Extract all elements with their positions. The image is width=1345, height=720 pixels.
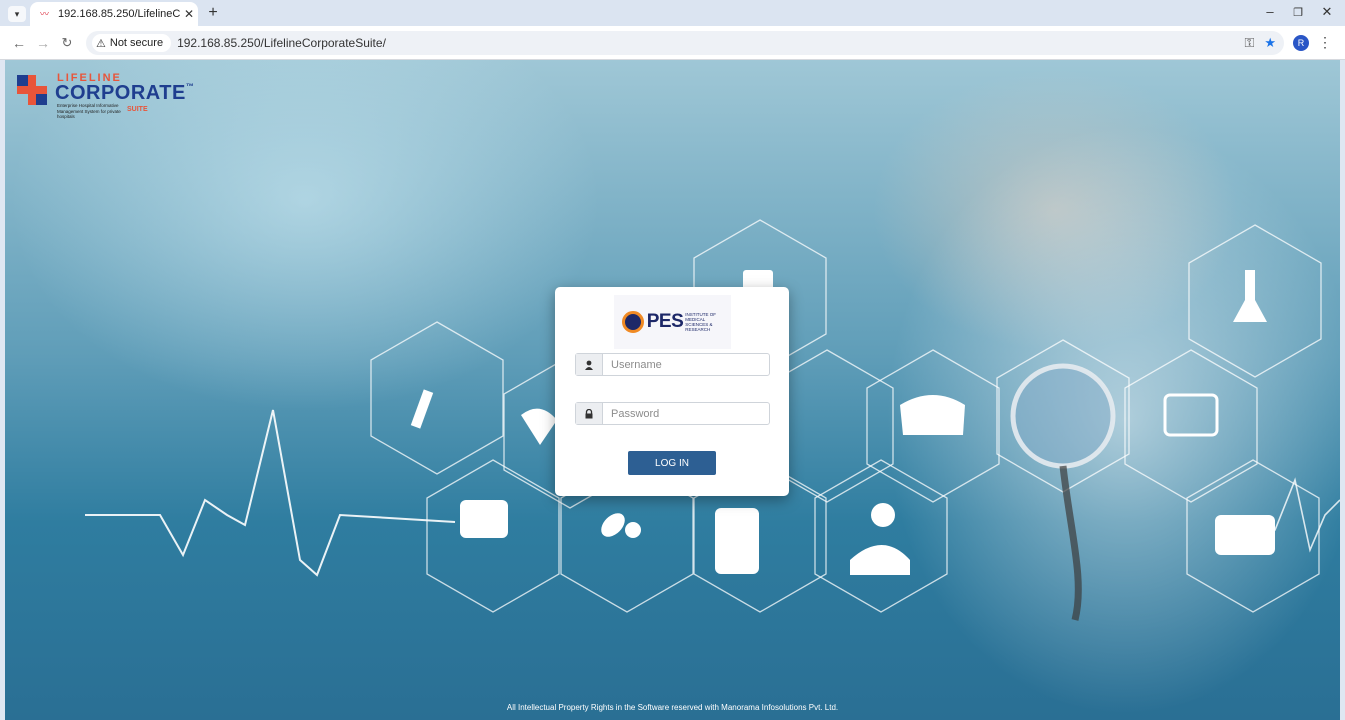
lock-icon — [576, 403, 603, 424]
brand-tagline: Enterprise Hospital Informative Manageme… — [57, 103, 121, 119]
login-button[interactable]: LOG IN — [628, 451, 716, 475]
lifeline-corporate-logo: LIFELINE CORPORATE™ Enterprise Hospital … — [17, 72, 194, 132]
brand-suite: SUITE — [127, 106, 148, 113]
medkit-icon — [460, 500, 508, 538]
login-card: PES INSTITUTE OF MEDICAL SCIENCES & RESE… — [555, 287, 789, 496]
clipboard-icon — [715, 508, 759, 574]
copyright-footer: All Intellectual Property Rights in the … — [506, 703, 839, 712]
brand-main: CORPORATE™ — [55, 82, 195, 104]
browser-tab[interactable]: 〰 192.168.85.250/LifelineCorpora ✕ — [30, 2, 198, 26]
user-icon — [576, 354, 603, 375]
syringe-hexagon — [370, 321, 504, 475]
pes-seal-icon — [621, 311, 644, 333]
login-page: LIFELINE CORPORATE™ Enterprise Hospital … — [5, 60, 1340, 720]
back-button[interactable]: ← — [10, 34, 28, 52]
heart-icon — [521, 408, 557, 445]
new-tab-button[interactable]: + — [204, 4, 222, 22]
tab-search-button[interactable]: ▾ — [8, 6, 26, 22]
flask-icon — [1233, 270, 1267, 322]
close-tab-icon[interactable]: ✕ — [180, 7, 198, 21]
password-input[interactable] — [603, 403, 769, 424]
nurse-cap-icon — [900, 395, 965, 435]
heartbeat-line — [85, 409, 456, 577]
monitor-hexagon — [1124, 349, 1258, 503]
stethoscope-icon — [1010, 363, 1116, 469]
site-info-chip[interactable]: ⚠ Not secure — [92, 34, 172, 52]
pes-logo-text: PES — [646, 311, 684, 332]
pes-logo-subtext: INSTITUTE OF MEDICAL SCIENCES & RESEARCH — [685, 312, 717, 332]
doctor-hexagon — [814, 459, 948, 613]
password-field — [575, 402, 770, 425]
address-bar[interactable]: ⚠ Not secure 192.168.85.250/LifelineCorp… — [86, 31, 1284, 55]
browser-tab-strip: ▾ 〰 192.168.85.250/LifelineCorpora ✕ + –… — [0, 0, 1345, 26]
warning-icon: ⚠ — [96, 37, 106, 50]
restore-button[interactable]: ❐ — [1288, 6, 1308, 19]
ambulance-icon — [1215, 515, 1275, 555]
doctor-icon — [850, 545, 910, 575]
bookmark-star-icon[interactable]: ★ — [1264, 35, 1276, 51]
username-input[interactable] — [603, 354, 769, 375]
pes-institution-logo: PES INSTITUTE OF MEDICAL SCIENCES & RESE… — [614, 295, 731, 349]
profile-avatar[interactable]: R — [1293, 35, 1309, 51]
minimize-button[interactable]: – — [1260, 4, 1280, 19]
password-key-icon[interactable]: ⚿ — [1244, 35, 1254, 51]
not-secure-label: Not secure — [109, 37, 164, 49]
url-text: 192.168.85.250/LifelineCorporateSuite/ — [177, 36, 386, 50]
lifeline-cross-icon — [17, 75, 47, 105]
close-window-button[interactable]: ✕ — [1317, 4, 1337, 20]
browser-menu-icon[interactable]: ⋮ — [1318, 34, 1332, 51]
reload-button[interactable]: ↻ — [58, 34, 76, 52]
browser-toolbar: ← → ↻ ⚠ Not secure 192.168.85.250/Lifeli… — [0, 26, 1345, 60]
pill-icon — [601, 513, 625, 537]
monitor-icon — [1163, 393, 1219, 437]
username-field — [575, 353, 770, 376]
syringe-icon — [410, 389, 434, 429]
forward-button[interactable]: → — [34, 34, 52, 52]
tab-title: 192.168.85.250/LifelineCorpora — [58, 8, 180, 20]
chevron-down-icon: ▾ — [14, 9, 20, 19]
site-favicon-icon: 〰 — [40, 9, 50, 19]
